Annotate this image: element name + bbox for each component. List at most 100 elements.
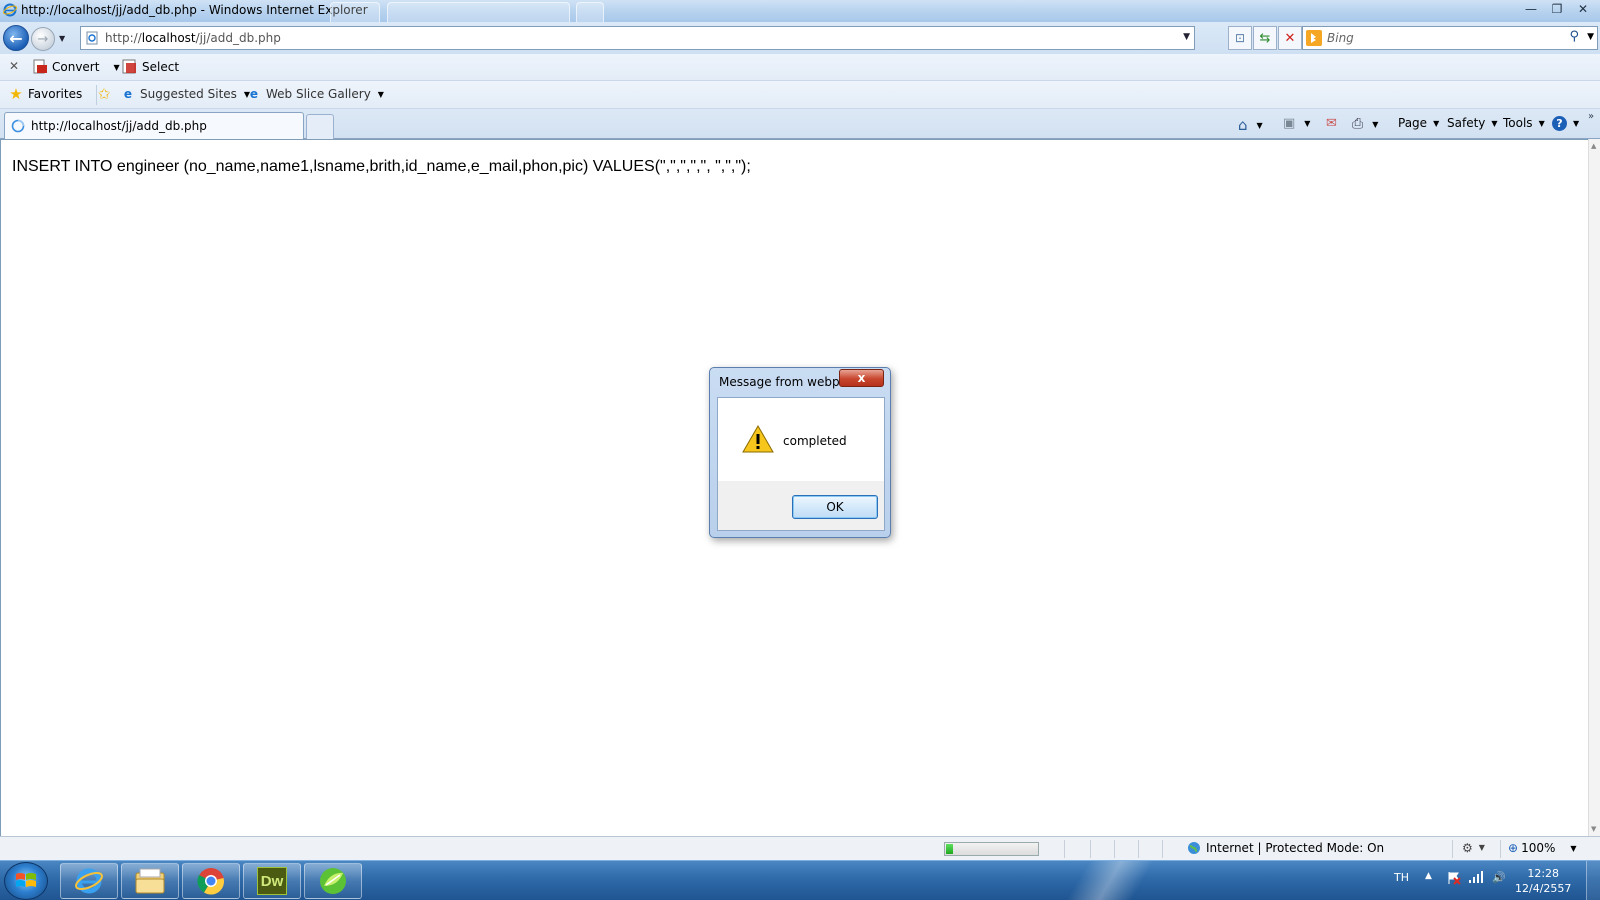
navigation-bar: ← → ▼ http://localhost/jj/add_db.php ▼ ⊡… — [0, 22, 1600, 54]
web-slice-dropdown-icon: ▼ — [377, 89, 384, 99]
network-signal-icon[interactable] — [1469, 871, 1483, 886]
favorites-bar: ★ Favorites ✩ e Suggested Sites ▼ e Web … — [0, 81, 1600, 109]
compatibility-view-icon: ⊡ — [1234, 31, 1246, 45]
compatibility-view-button[interactable]: ⊡ — [1228, 26, 1252, 50]
dialog-close-button[interactable]: x — [839, 369, 884, 387]
address-bar[interactable]: http://localhost/jj/add_db.php ▼ — [80, 26, 1195, 50]
page-icon — [86, 31, 98, 45]
forward-button[interactable]: → — [31, 27, 55, 51]
taskbar-google-chrome[interactable] — [182, 863, 240, 899]
background-window-tab — [576, 2, 604, 22]
taskbar-internet-explorer[interactable] — [60, 863, 118, 899]
show-desktop-button[interactable] — [1586, 861, 1600, 900]
close-window-button[interactable]: ✕ — [1570, 0, 1596, 18]
window-title: http://localhost/jj/add_db.php - Windows… — [21, 3, 368, 17]
mail-icon: ✉ — [1326, 116, 1337, 131]
url-host: localhost — [141, 31, 196, 45]
security-zone[interactable]: Internet | Protected Mode: On — [1187, 841, 1384, 855]
status-misc-buttons: ⚙ ▼ — [1462, 841, 1485, 855]
new-tab-button[interactable] — [306, 114, 334, 139]
select-label: Select — [142, 60, 180, 74]
convert-button[interactable]: Convert ▼ — [32, 59, 120, 75]
taskbar-dreamweaver[interactable]: Dw — [243, 863, 301, 899]
show-hidden-icons-button[interactable]: ▲ — [1425, 871, 1432, 881]
help-button[interactable]: ? ▼ — [1552, 116, 1579, 131]
suggested-sites-button[interactable]: e Suggested Sites ▼ — [120, 86, 250, 102]
dialog-body: completed OK — [717, 397, 885, 531]
print-dropdown-icon: ▼ — [1372, 119, 1379, 129]
background-window-tab — [387, 2, 570, 22]
dialog-title: Message from webp... — [719, 375, 852, 389]
home-icon: ⌂ — [1238, 116, 1248, 134]
loading-page-icon — [11, 119, 25, 133]
dialog-message: completed — [783, 434, 847, 448]
zoom-control[interactable]: ⊕ 100% ▼ — [1508, 841, 1577, 855]
pdf-convert-icon — [33, 59, 47, 74]
page-menu[interactable]: Page ▼ — [1398, 116, 1439, 130]
back-button[interactable]: ← — [3, 25, 29, 51]
add-favorite-star-icon: ✩ — [97, 85, 111, 103]
start-button[interactable] — [4, 862, 48, 900]
search-box[interactable]: Bing ⚲ ▼ — [1302, 26, 1598, 50]
pdf-select-icon — [122, 59, 136, 74]
minimize-button[interactable]: — — [1518, 0, 1544, 18]
restore-button[interactable]: ❐ — [1544, 0, 1570, 18]
taskbar-windows-explorer[interactable] — [121, 863, 179, 899]
select-button[interactable]: Select — [122, 59, 179, 75]
favorites-button[interactable]: ★ Favorites — [8, 85, 82, 103]
search-icon[interactable]: ⚲ — [1569, 29, 1579, 44]
address-dropdown-icon[interactable]: ▼ — [1183, 32, 1190, 42]
pdf-toolbar: ✕ Convert ▼ Select — [0, 54, 1600, 81]
refresh-button[interactable]: ⇆ — [1253, 26, 1277, 50]
security-zone-label: Internet | Protected Mode: On — [1206, 841, 1385, 855]
read-mail-button[interactable]: ✉ — [1326, 116, 1337, 131]
status-dropdown-icon[interactable]: ▼ — [1479, 841, 1485, 855]
url-path: /jj/add_db.php — [195, 31, 281, 45]
status-separator — [1500, 840, 1501, 858]
taskbar-glare — [1040, 861, 1180, 900]
tools-dropdown-icon: ▼ — [1538, 118, 1545, 128]
protected-mode-settings-icon[interactable]: ⚙ — [1462, 841, 1473, 855]
toolbar-overflow-icon[interactable]: » — [1588, 111, 1594, 122]
web-slice-gallery-label: Web Slice Gallery — [266, 87, 371, 101]
home-button[interactable]: ⌂ ▼ — [1238, 116, 1263, 134]
search-options-dropdown-icon[interactable]: ▼ — [1587, 32, 1594, 42]
action-center-flag-icon[interactable] — [1447, 871, 1461, 888]
home-dropdown-icon: ▼ — [1256, 120, 1263, 130]
system-clock[interactable]: 12:28 12/4/2557 — [1515, 866, 1571, 896]
recent-pages-dropdown[interactable]: ▼ — [59, 34, 65, 43]
internet-explorer-icon — [75, 868, 103, 894]
print-button[interactable]: ⎙ ▼ — [1352, 116, 1378, 132]
close-toolbar-button[interactable]: ✕ — [9, 59, 19, 73]
safety-menu-label: Safety — [1447, 116, 1486, 130]
feeds-button[interactable]: ▣ ▼ — [1283, 116, 1310, 131]
windows-logo-icon — [16, 873, 36, 887]
tools-menu[interactable]: Tools ▼ — [1503, 116, 1545, 130]
language-indicator[interactable]: TH — [1394, 871, 1409, 884]
tab-add-db[interactable]: http://localhost/jj/add_db.php — [4, 112, 304, 139]
ie-page-icon: e — [123, 87, 133, 101]
zoom-dropdown-icon: ▼ — [1570, 843, 1577, 853]
stop-button[interactable]: ✕ — [1278, 26, 1302, 50]
status-separator — [1162, 840, 1163, 858]
safety-menu[interactable]: Safety ▼ — [1447, 116, 1498, 130]
dialog-message-area: completed — [718, 398, 884, 481]
web-slice-gallery-button[interactable]: e Web Slice Gallery ▼ — [246, 86, 384, 102]
speaker-volume-icon[interactable]: 🔊 — [1492, 871, 1506, 884]
taskbar-green-app[interactable] — [304, 863, 362, 899]
forward-arrow-icon: → — [37, 31, 49, 47]
search-placeholder: Bing — [1327, 31, 1354, 45]
convert-label: Convert — [52, 60, 100, 74]
scroll-down-icon[interactable]: ▼ — [1591, 825, 1596, 833]
convert-dropdown-icon[interactable]: ▼ — [113, 63, 119, 72]
vertical-scrollbar[interactable]: ▲ ▼ — [1588, 139, 1600, 836]
tools-menu-label: Tools — [1503, 116, 1533, 130]
ok-button[interactable]: OK — [792, 495, 878, 519]
add-to-favorites-bar-button[interactable]: ✩ — [96, 85, 112, 103]
help-dropdown-icon: ▼ — [1573, 119, 1580, 128]
feeds-dropdown-icon: ▼ — [1304, 119, 1311, 128]
scroll-up-icon[interactable]: ▲ — [1591, 142, 1596, 150]
star-icon: ★ — [9, 85, 23, 103]
rss-feed-icon: ▣ — [1283, 116, 1296, 131]
globe-icon — [1188, 842, 1200, 854]
